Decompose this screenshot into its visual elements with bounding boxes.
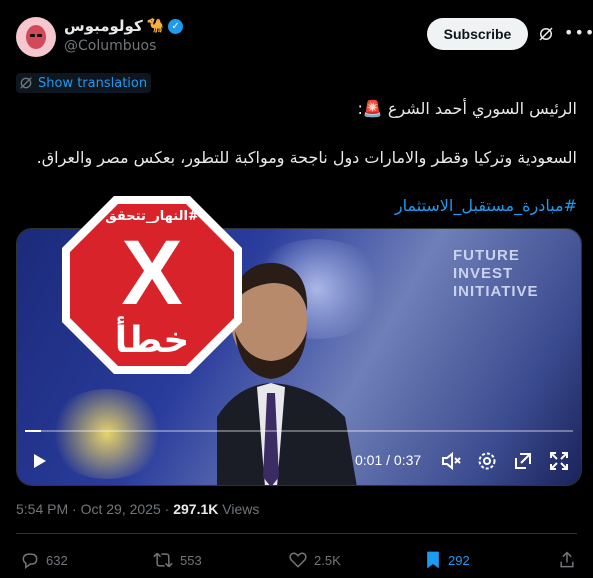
post-text-line-1: الرئيس السوري أحمد الشرع 🚨: [357,99,577,118]
pop-out-icon[interactable] [511,449,535,473]
grok-icon[interactable] [537,25,555,43]
bookmark-icon [427,551,439,569]
post-date[interactable]: Oct 29, 2025 [81,501,161,517]
like-count: 2.5K [314,552,341,568]
bookmark-button[interactable]: 292 [424,549,470,571]
verified-badge-icon: ✓ [168,18,184,34]
post-meta: 5:54 PM · Oct 29, 2025 · 297.1K Views [16,501,260,517]
translate-icon [20,77,32,89]
show-translation-label: Show translation [38,75,148,91]
stamp-bottom-text: خطأ [115,316,190,361]
author-name-row[interactable]: كولومبوس 🐪 ✓ [64,16,184,36]
video-time: 0:01 / 0:37 [355,452,422,468]
mute-icon[interactable] [439,449,463,473]
post-text-line-2: السعودية وتركيا وقطر والامارات دول ناجحة… [36,148,577,167]
repost-button[interactable]: 553 [152,549,202,571]
repost-icon [153,552,173,568]
like-button[interactable]: 2.5K [288,549,341,571]
reply-icon [22,553,38,570]
bookmark-count: 292 [448,552,470,568]
heart-icon [289,552,307,568]
video-backdrop-text: FUTURE INVEST INITIATIVE [453,247,539,300]
divider [16,533,577,534]
share-button[interactable] [558,549,576,571]
repost-count: 553 [180,552,202,568]
settings-gear-icon[interactable] [475,449,499,473]
camel-emoji: 🐪 [146,18,165,34]
hashtag-link[interactable]: #مبادرة_مستقبل_الاستثمار [395,196,577,215]
author-handle[interactable]: @Columbuos [64,38,156,54]
fact-check-false-stamp: #النهار_تتحقق X خطأ [62,196,242,374]
stamp-x-mark: X [121,222,182,324]
reply-button[interactable]: 632 [20,549,68,571]
views-count[interactable]: 297.1K [173,501,218,517]
avatar-face [26,25,46,49]
post-time[interactable]: 5:54 PM [16,501,68,517]
avatar[interactable] [16,17,56,57]
fullscreen-icon[interactable] [547,449,571,473]
more-options-icon[interactable]: ••• [564,23,593,43]
subscribe-button[interactable]: Subscribe [427,18,528,50]
display-name[interactable]: كولومبوس [64,17,143,35]
video-progress-bar[interactable] [25,430,573,432]
show-translation-link[interactable]: Show translation [16,73,152,93]
views-label: Views [222,501,260,517]
share-icon [560,551,574,568]
play-icon[interactable] [27,449,51,473]
reply-count: 632 [46,552,68,568]
